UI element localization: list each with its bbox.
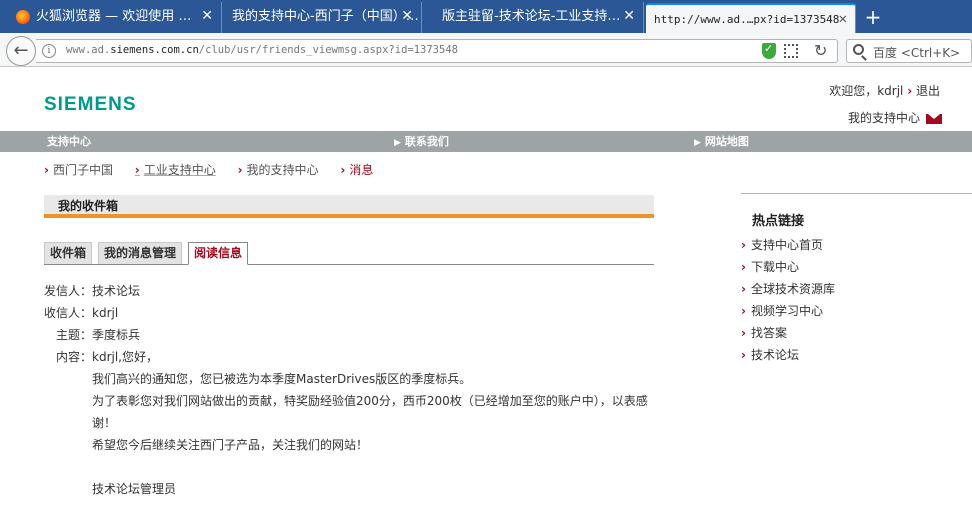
tab-read-message[interactable]: 阅读信息 bbox=[188, 242, 249, 265]
chevron-right-icon: › bbox=[44, 163, 49, 177]
chevron-right-icon: › bbox=[907, 84, 913, 98]
breadcrumb: › 西门子中国 › 工业支持中心 › 我的支持中心 › 消息 bbox=[44, 161, 391, 178]
search-box[interactable]: 百度 <Ctrl+K> bbox=[846, 39, 972, 63]
hot-link-find-answers[interactable]: › 找答案 bbox=[741, 324, 787, 341]
chevron-right-icon: › bbox=[741, 260, 746, 274]
shield-icon[interactable] bbox=[762, 42, 776, 59]
hot-links-sidebar: 热点链接 › 支持中心首页 › 下载中心 › 全球技术资源库 › 视频学习中心 › 找答案… bbox=[741, 193, 972, 362]
sender-row: 发信人：技术论坛 bbox=[44, 282, 140, 299]
subject-value: 季度标兵 bbox=[92, 328, 141, 342]
chevron-right-icon: › bbox=[741, 348, 746, 362]
tab-inbox[interactable]: 收件箱 bbox=[44, 242, 93, 264]
welcome-text: 欢迎您，kdrjl bbox=[829, 84, 904, 98]
recipient-label: 收信人： bbox=[44, 306, 93, 320]
chevron-right-icon: › bbox=[134, 163, 140, 177]
breadcrumb-industry-support[interactable]: › 工业支持中心 bbox=[135, 163, 216, 177]
search-icon bbox=[853, 44, 864, 55]
menu-item-support-center[interactable]: 支持中心 bbox=[47, 131, 91, 152]
welcome-area: 欢迎您，kdrjl › 退出 bbox=[829, 82, 940, 99]
hot-link-support-home[interactable]: › 支持中心首页 bbox=[741, 236, 823, 253]
browser-tab-strip: 火狐浏览器 — 欢迎使用 … ✕ 我的支持中心-西门子（中国）… ✕ 版主驻留-… bbox=[0, 0, 972, 33]
tab-firefox-welcome[interactable]: 火狐浏览器 — 欢迎使用 … ✕ bbox=[0, 2, 222, 33]
close-icon[interactable]: ✕ bbox=[401, 2, 413, 31]
body-line-2: 为了表彰您对我们网站做出的贡献，特奖励经验值200分，西币200枚（已经增加至您… bbox=[92, 394, 648, 430]
chevron-right-icon: › bbox=[741, 238, 746, 252]
search-placeholder: 百度 <Ctrl+K> bbox=[873, 46, 961, 60]
close-icon[interactable]: ✕ bbox=[839, 5, 847, 33]
hot-links-title: 热点链接 bbox=[752, 214, 805, 229]
message-tabs: 收件箱 我的消息管理 阅读信息 bbox=[44, 242, 654, 265]
close-icon[interactable]: ✕ bbox=[623, 2, 635, 31]
signature: 技术论坛管理员 bbox=[92, 482, 177, 496]
close-icon[interactable]: ✕ bbox=[201, 2, 213, 31]
menu-item-site-map[interactable]: ▶ 网站地图 bbox=[694, 131, 749, 154]
hot-link-global-resources[interactable]: › 全球技术资源库 bbox=[741, 280, 835, 297]
breadcrumb-siemens-china[interactable]: › 西门子中国 bbox=[44, 163, 113, 177]
subject-row: 主题：季度标兵 bbox=[44, 326, 140, 343]
back-button[interactable]: ← bbox=[6, 36, 36, 66]
recipient-value: kdrjl bbox=[92, 306, 119, 320]
triangle-right-icon: ▶ bbox=[694, 138, 701, 148]
body-line-1: 我们高兴的通知您，您已被选为本季度MasterDrives版区的季度标兵。 bbox=[92, 372, 472, 386]
breadcrumb-messages: › 消息 bbox=[340, 163, 374, 177]
chevron-right-icon: › bbox=[237, 163, 243, 177]
main-menu: 支持中心 ▶ 联系我们 ▶ 网站地图 bbox=[0, 131, 972, 152]
url-text[interactable]: www.ad.siemens.com.cn/club/usr/friends_v… bbox=[66, 44, 458, 56]
sender-label: 发信人： bbox=[44, 284, 93, 298]
siemens-logo[interactable]: SIEMENS bbox=[44, 94, 137, 116]
inbox-title: 我的收件箱 bbox=[44, 195, 654, 218]
info-icon[interactable]: i bbox=[42, 44, 56, 58]
tab-my-support-center[interactable]: 我的支持中心-西门子（中国）… ✕ bbox=[222, 2, 422, 33]
navigation-toolbar: ← i www.ad.siemens.com.cn/club/usr/frien… bbox=[0, 33, 972, 67]
tab-forum[interactable]: 版主驻留-技术论坛-工业支持… ✕ bbox=[422, 2, 644, 33]
mail-icon[interactable] bbox=[926, 113, 942, 124]
address-bar[interactable]: i www.ad.siemens.com.cn/club/usr/friends… bbox=[36, 39, 838, 63]
menu-item-contact-us[interactable]: ▶ 联系我们 bbox=[394, 131, 449, 154]
chevron-right-icon: › bbox=[741, 282, 746, 296]
hot-link-video-learning[interactable]: › 视频学习中心 bbox=[741, 302, 823, 319]
hot-link-tech-forum[interactable]: › 技术论坛 bbox=[741, 346, 799, 363]
firefox-icon bbox=[16, 9, 30, 24]
recipient-row: 收信人：kdrjl bbox=[44, 304, 118, 321]
reload-icon[interactable]: ↻ bbox=[814, 41, 827, 60]
tab-current-page[interactable]: http://www.ad.…px?id=1373548 ✕ bbox=[646, 3, 856, 33]
qr-code-icon[interactable] bbox=[784, 44, 798, 58]
content-label: 内容： bbox=[55, 350, 92, 364]
body-line-3: 希望您今后继续关注西门子产品，关注我们的网站！ bbox=[92, 438, 369, 452]
tab-message-management[interactable]: 我的消息管理 bbox=[98, 242, 183, 264]
subject-label: 主题： bbox=[55, 328, 92, 342]
chevron-right-icon: › bbox=[741, 304, 746, 318]
chevron-right-icon: › bbox=[741, 326, 746, 340]
greeting: kdrjl,您好， bbox=[92, 350, 158, 364]
new-tab-button[interactable]: + bbox=[862, 4, 884, 30]
hot-link-download-center[interactable]: › 下载中心 bbox=[741, 258, 799, 275]
chevron-right-icon: › bbox=[340, 163, 346, 177]
breadcrumb-my-support[interactable]: › 我的支持中心 bbox=[238, 163, 319, 177]
triangle-right-icon: ▶ bbox=[394, 138, 401, 148]
logout-link[interactable]: 退出 bbox=[916, 84, 940, 98]
my-support-center-link[interactable]: 我的支持中心 bbox=[848, 109, 942, 126]
content-row: 内容：kdrjl,您好， bbox=[44, 348, 158, 365]
sender-value: 技术论坛 bbox=[92, 284, 141, 298]
